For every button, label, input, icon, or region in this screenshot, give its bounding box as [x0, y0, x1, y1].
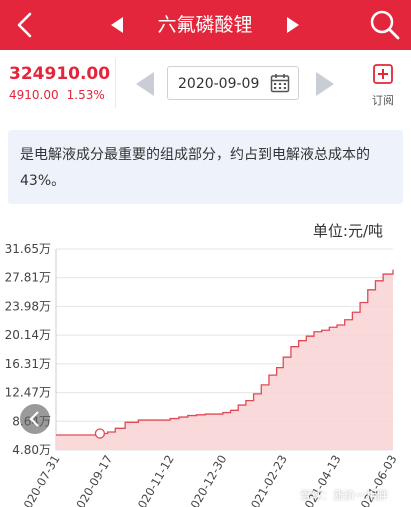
date-picker[interactable]: 2020-09-09 — [167, 66, 299, 100]
back-chevron-icon[interactable] — [8, 8, 42, 42]
quote-bar: 324910.00 4910.00 1.53% 2020-09-09 订阅 — [0, 50, 411, 116]
selected-date-marker[interactable] — [94, 428, 106, 439]
change-percent: 1.53% — [66, 88, 105, 102]
watermark-text: 雪球：涨价一相胖 — [300, 489, 388, 502]
date-picker-value: 2020-09-09 — [178, 76, 260, 92]
y-tick-label: 31.65万 — [5, 242, 51, 256]
y-tick-label: 4.80万 — [12, 443, 51, 457]
y-tick-label: 12.47万 — [5, 386, 51, 400]
current-price: 324910.00 — [9, 64, 111, 84]
y-tick-label: 23.98万 — [5, 299, 51, 313]
subscribe-label: 订阅 — [372, 94, 394, 107]
next-item-icon[interactable] — [282, 15, 302, 35]
y-tick-label: 20.14万 — [5, 328, 51, 342]
y-tick-label: 27.81万 — [5, 271, 51, 285]
top-bar: 六氟磷酸锂 — [0, 0, 411, 50]
next-date-icon[interactable] — [312, 69, 338, 99]
x-tick-label: 2020-11-12 — [131, 453, 177, 507]
collapse-side-button[interactable] — [20, 404, 50, 434]
page-title: 六氟磷酸锂 — [157, 14, 253, 36]
x-tick-label: 2021-02-23 — [244, 453, 290, 507]
chevron-left-icon — [29, 411, 39, 427]
previous-item-icon[interactable] — [108, 15, 128, 35]
x-tick-label: 2020-07-31 — [17, 453, 63, 507]
x-tick-label: 2020-12-30 — [184, 453, 230, 507]
calendar-icon — [270, 74, 290, 93]
description-panel: 是电解液成分最重要的组成部分，约占到电解液总成本的43%。 — [8, 130, 403, 204]
area-fill — [56, 269, 393, 450]
change-amount: 4910.00 — [9, 88, 59, 102]
price-change: 4910.00 1.53% — [9, 88, 105, 102]
y-tick-label: 16.31万 — [5, 357, 51, 371]
plus-square-icon — [373, 64, 393, 84]
divider — [115, 58, 116, 108]
x-tick-label: 2020-09-17 — [70, 453, 116, 507]
price-chart: 31.65万27.81万23.98万20.14万16.31万12.47万8.64… — [5, 242, 400, 507]
previous-date-icon[interactable] — [132, 69, 158, 99]
subscribe-button[interactable]: 订阅 — [360, 62, 406, 110]
description-text: 是电解液成分最重要的组成部分，约占到电解液总成本的43%。 — [20, 147, 370, 189]
search-icon[interactable] — [368, 8, 402, 42]
